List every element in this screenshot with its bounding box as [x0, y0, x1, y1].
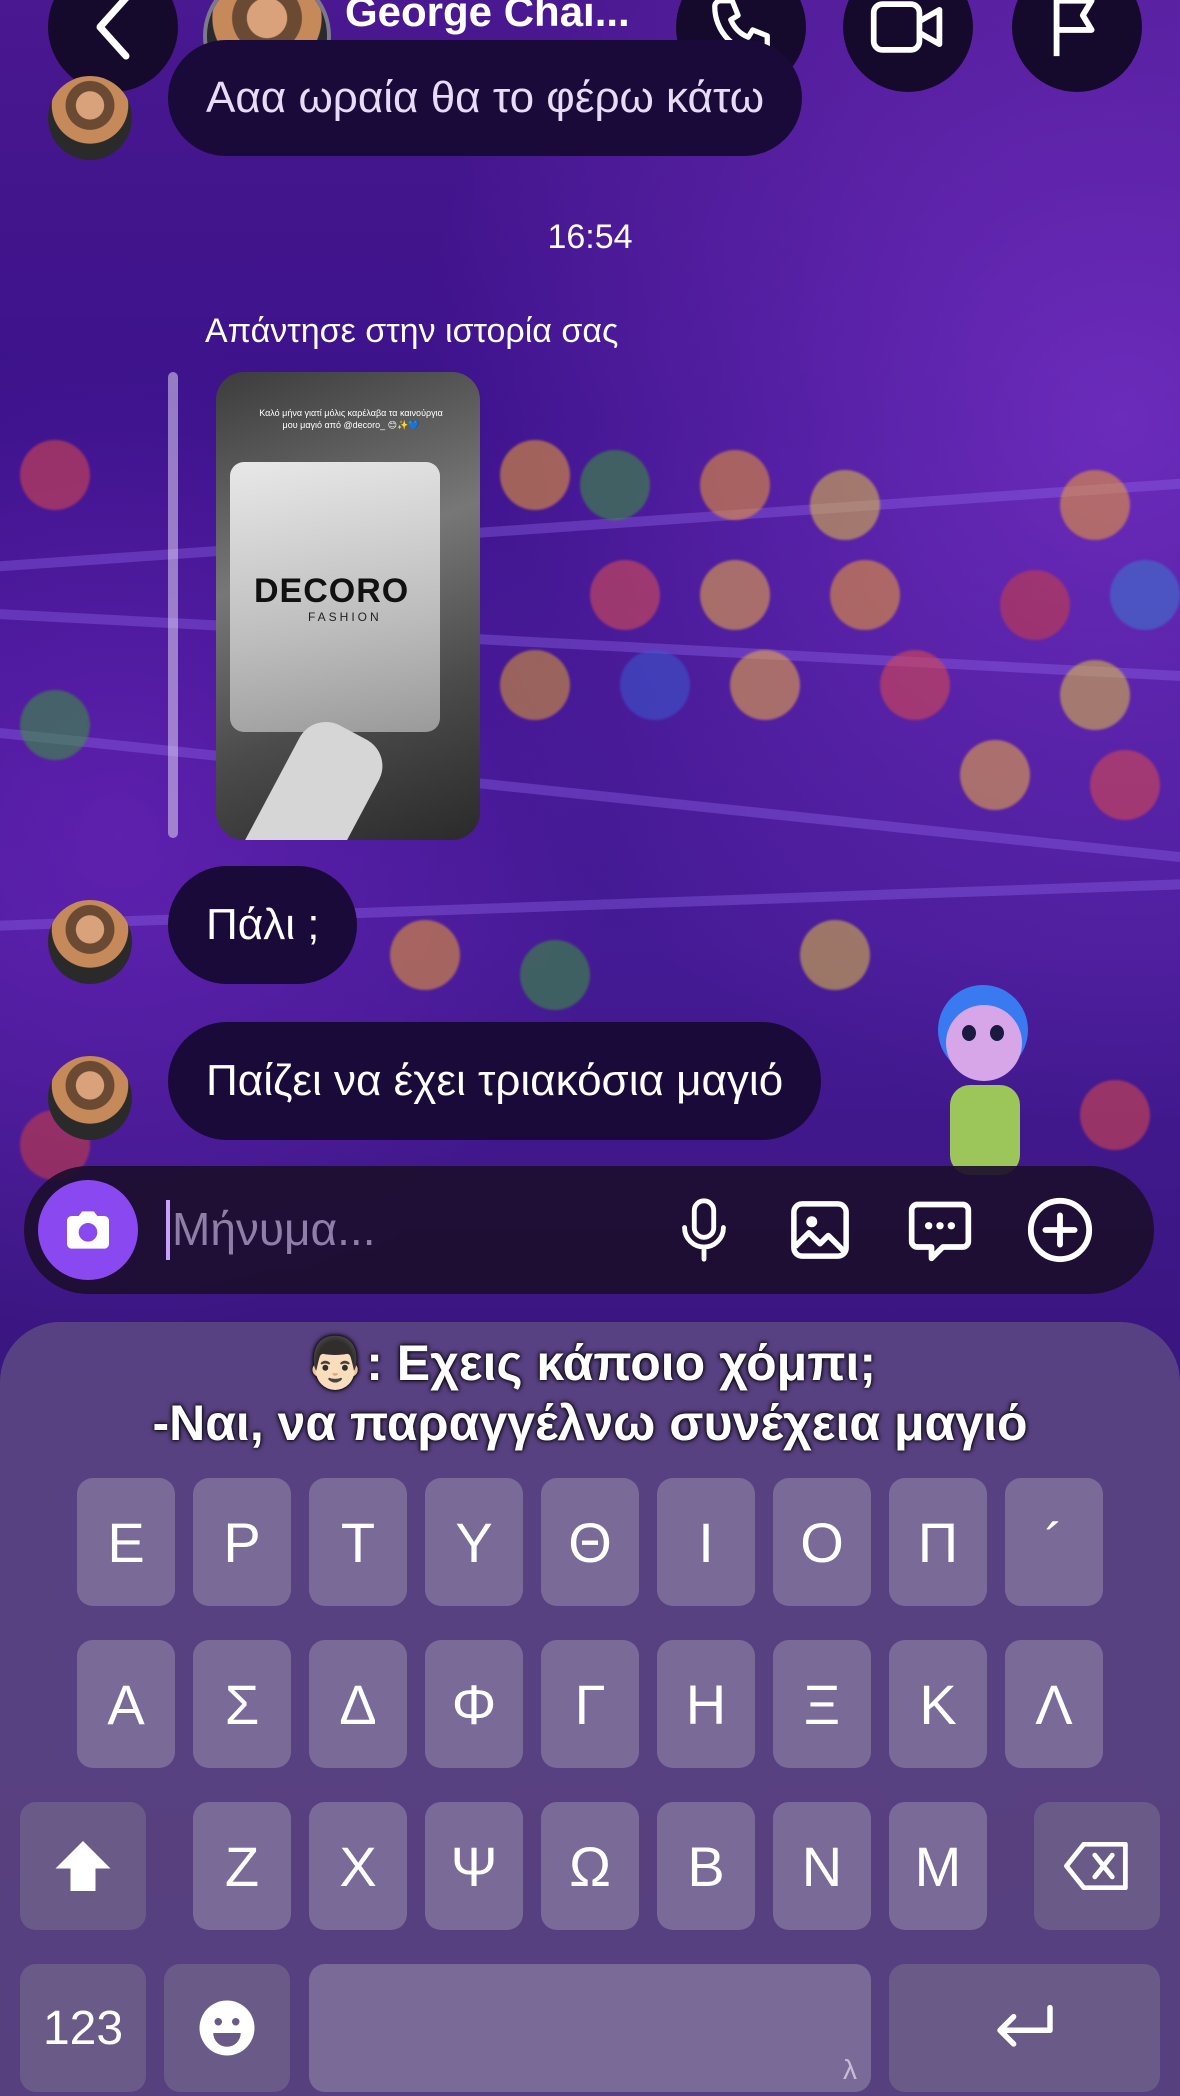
key[interactable]: Ζ [193, 1802, 291, 1930]
video-camera-icon [870, 1, 943, 53]
character-sticker [928, 985, 1038, 1185]
message-text: Παίζει να έχει τριακόσια μαγιό [206, 1056, 784, 1105]
key[interactable]: Ω [541, 1802, 639, 1930]
key[interactable]: ´ [1005, 1478, 1103, 1606]
message-text: Ααα ωραία θα το φέρω κάτω [206, 73, 765, 122]
backspace-icon [1064, 1842, 1128, 1890]
emoji-key[interactable] [164, 1964, 290, 2092]
sender-avatar[interactable] [48, 76, 132, 160]
key[interactable]: Ν [773, 1802, 871, 1930]
gallery-button[interactable] [780, 1190, 860, 1270]
message-bubble[interactable]: Παίζει να έχει τριακόσια μαγιό [168, 1022, 822, 1140]
space-key[interactable]: λ [309, 1964, 871, 2092]
sticker-chat-button[interactable] [900, 1190, 980, 1270]
chat-bubble-icon [908, 1201, 972, 1262]
key[interactable]: Ο [773, 1478, 871, 1606]
key[interactable]: Φ [425, 1640, 523, 1768]
story-thumbnail[interactable]: Καλό μήνα γιατί μόλις καρέλαβα τα καινού… [216, 372, 480, 840]
emoji-icon [199, 2000, 255, 2056]
text-cursor [166, 1200, 170, 1260]
message-bubble[interactable]: Πάλι ; [168, 866, 358, 984]
plus-circle-icon [1027, 1197, 1093, 1263]
camera-button[interactable] [38, 1180, 138, 1280]
key[interactable]: Κ [889, 1640, 987, 1768]
onscreen-keyboard: 👨🏻: Εχεις κάποιο χόμπι; -Ναι, να παραγγέ… [0, 1322, 1180, 2096]
backspace-key[interactable] [1034, 1802, 1160, 1930]
contact-name[interactable]: George Chai... [345, 0, 630, 36]
message-input[interactable]: Μήνυμα... [172, 1202, 376, 1256]
chevron-left-icon [96, 0, 130, 60]
microphone-icon [682, 1198, 726, 1262]
message-composer: Μήνυμα... [24, 1166, 1154, 1294]
message-bubble[interactable]: Ααα ωραία θα το φέρω κάτω [168, 40, 803, 156]
overlay-caption-line1: 👨🏻: Εχεις κάποιο χόμπι; [303, 1335, 877, 1391]
story-brand: DECORO [254, 572, 410, 610]
story-caption: Καλό μήνα γιατί μόλις καρέλαβα τα καινού… [259, 408, 443, 430]
language-hint: λ [843, 2054, 857, 2085]
key[interactable]: Σ [193, 1640, 291, 1768]
key[interactable]: Ξ [773, 1640, 871, 1768]
key[interactable]: Δ [309, 1640, 407, 1768]
shift-key[interactable] [20, 1802, 146, 1930]
key[interactable]: Θ [541, 1478, 639, 1606]
key[interactable]: Λ [1005, 1640, 1103, 1768]
reply-indicator-bar [168, 372, 178, 838]
sender-avatar[interactable] [48, 1056, 132, 1140]
sender-avatar[interactable] [48, 900, 132, 984]
key[interactable]: Β [657, 1802, 755, 1930]
message-text: Πάλι ; [206, 900, 320, 949]
key[interactable]: Η [657, 1640, 755, 1768]
story-brand-sub: FASHION [308, 610, 382, 624]
key[interactable]: Τ [309, 1478, 407, 1606]
more-options-button[interactable] [1020, 1190, 1100, 1270]
camera-icon [67, 1211, 109, 1249]
story-reply-label: Απάντησε στην ιστορία σας [205, 312, 619, 350]
key[interactable]: Α [77, 1640, 175, 1768]
key[interactable]: Υ [425, 1478, 523, 1606]
key[interactable]: Π [889, 1478, 987, 1606]
key[interactable]: Ε [77, 1478, 175, 1606]
return-key[interactable] [889, 1964, 1160, 2092]
numbers-key[interactable]: 123 [20, 1964, 146, 2092]
key[interactable]: Χ [309, 1802, 407, 1930]
key[interactable]: Ψ [425, 1802, 523, 1930]
message-timestamp: 16:54 [547, 218, 633, 256]
shift-arrow-icon [55, 1841, 111, 1891]
key[interactable]: Ι [657, 1478, 755, 1606]
key[interactable]: Γ [541, 1640, 639, 1768]
key[interactable]: Ρ [193, 1478, 291, 1606]
return-arrow-icon [996, 2004, 1053, 2047]
overlay-caption-line2: -Ναι, να παραγγέλνω συνέχεια μαγιό [152, 1395, 1028, 1451]
flag-icon [1053, 0, 1095, 57]
image-icon [791, 1201, 849, 1259]
microphone-button[interactable] [664, 1190, 744, 1270]
key[interactable]: Μ [889, 1802, 987, 1930]
